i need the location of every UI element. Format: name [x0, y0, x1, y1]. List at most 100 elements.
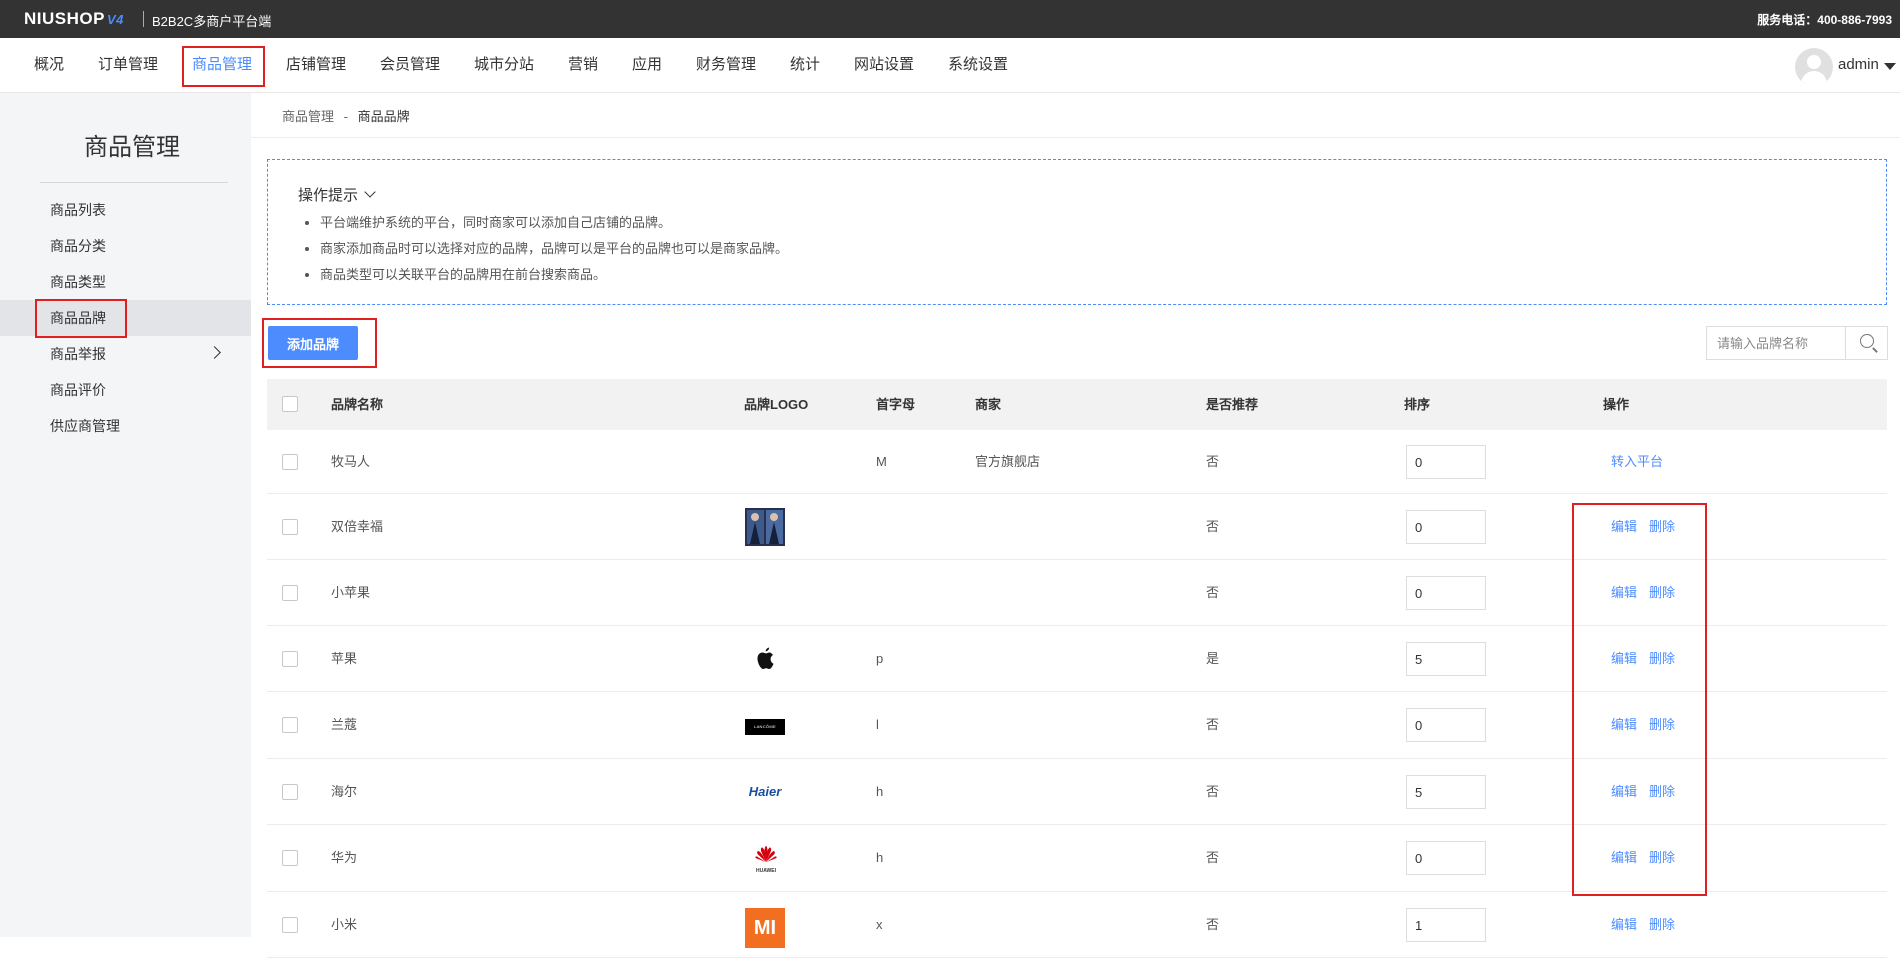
nav-item-apps[interactable]: 应用 — [632, 38, 662, 92]
sidebar-item-label: 商品类型 — [50, 274, 106, 290]
nav-item-city-sites[interactable]: 城市分站 — [474, 38, 534, 92]
top-bar: NIUSHOP V4 B2B2C多商户平台端 服务电话：400-886-7993 — [0, 0, 1900, 38]
mi-logo-icon: MI — [745, 908, 785, 948]
search-icon-handle — [1872, 347, 1878, 353]
sort-input[interactable] — [1406, 642, 1486, 676]
sidebar-divider — [40, 182, 228, 183]
breadcrumb-divider — [251, 137, 1900, 138]
sidebar-item-label: 商品评价 — [50, 382, 106, 398]
search-input[interactable] — [1707, 327, 1845, 359]
operation-tips: 操作提示 平台端维护系统的平台，同时商家可以添加自己店铺的品牌。 商家添加商品时… — [267, 159, 1887, 305]
row-checkbox[interactable] — [282, 454, 298, 470]
brand-search — [1706, 326, 1888, 360]
sort-input[interactable] — [1406, 708, 1486, 742]
caret-down-icon[interactable] — [1884, 63, 1896, 70]
action-cell: 转入平台 — [1611, 430, 1663, 494]
sort-input[interactable] — [1406, 445, 1486, 479]
nav-item-shops[interactable]: 店铺管理 — [286, 38, 346, 92]
sort-input[interactable] — [1406, 841, 1486, 875]
tip-item: 商品类型可以关联平台的品牌用在前台搜索商品。 — [320, 262, 788, 288]
brand-recommend: 否 — [1206, 519, 1220, 534]
sidebar-item-goods-category[interactable]: 商品分类 — [0, 228, 251, 264]
row-checkbox[interactable] — [282, 651, 298, 667]
brand-logo-image — [745, 508, 785, 551]
brand-name: 小苹果 — [331, 585, 371, 600]
brand-name: 双倍幸福 — [331, 519, 384, 534]
highlight-action-column — [1572, 503, 1707, 896]
select-all-checkbox[interactable] — [282, 396, 298, 412]
chevron-right-icon — [208, 346, 221, 359]
sidebar-item-supplier[interactable]: 供应商管理 — [0, 408, 251, 444]
user-avatar[interactable] — [1795, 48, 1833, 86]
platform-subtitle: B2B2C多商户平台端 — [152, 14, 272, 29]
brand-recommend: 否 — [1206, 454, 1220, 469]
search-icon — [1860, 334, 1874, 348]
logo-divider — [143, 11, 144, 27]
tips-list: 平台端维护系统的平台，同时商家可以添加自己店铺的品牌。 商家添加商品时可以选择对… — [298, 210, 788, 288]
brand-recommend: 否 — [1206, 850, 1220, 865]
main-nav: 概况 订单管理 商品管理 店铺管理 会员管理 城市分站 营销 应用 财务管理 统… — [0, 38, 1900, 93]
brand-initial: x — [876, 917, 883, 932]
brand-recommend: 否 — [1206, 784, 1220, 799]
logo-text: NIUSHOP — [24, 9, 105, 28]
brand-logo-image: HUAWEI — [751, 845, 781, 874]
sidebar-item-goods-list[interactable]: 商品列表 — [0, 192, 251, 228]
brand-recommend: 否 — [1206, 585, 1220, 600]
sidebar-item-goods-report[interactable]: 商品举报 — [0, 336, 251, 372]
row-checkbox[interactable] — [282, 850, 298, 866]
sort-input[interactable] — [1406, 510, 1486, 544]
nav-item-site-settings[interactable]: 网站设置 — [854, 38, 914, 92]
brand-name: 苹果 — [331, 651, 358, 666]
service-hotline: 服务电话：400-886-7993 — [1757, 11, 1892, 28]
tip-item: 平台端维护系统的平台，同时商家可以添加自己店铺的品牌。 — [320, 210, 788, 236]
table-row: 牧马人 M 官方旗舰店 否 转入平台 — [267, 430, 1887, 494]
sidebar: 商品管理 商品列表 商品分类 商品类型 商品品牌 商品举报 商品评价 供应商管理 — [0, 93, 251, 937]
chevron-down-icon — [364, 186, 376, 198]
tips-toggle[interactable]: 操作提示 — [298, 184, 376, 205]
brand-logo[interactable]: NIUSHOP V4 — [24, 9, 124, 29]
huawei-logo-text: HUAWEI — [756, 868, 776, 874]
header-action: 操作 — [1603, 397, 1630, 412]
hotline-number: 400-886-7993 — [1817, 13, 1892, 27]
nav-item-finance[interactable]: 财务管理 — [696, 38, 756, 92]
brand-recommend: 否 — [1206, 917, 1220, 932]
row-checkbox[interactable] — [282, 917, 298, 933]
nav-item-members[interactable]: 会员管理 — [380, 38, 440, 92]
nav-item-marketing[interactable]: 营销 — [568, 38, 598, 92]
edit-link[interactable]: 编辑 — [1611, 917, 1637, 932]
sort-input[interactable] — [1406, 775, 1486, 809]
transfer-platform-link[interactable]: 转入平台 — [1611, 454, 1663, 469]
header-brand-logo: 品牌LOGO — [744, 397, 809, 412]
sort-input[interactable] — [1406, 576, 1486, 610]
logo-version: V4 — [106, 12, 124, 27]
search-button[interactable] — [1845, 327, 1887, 359]
sidebar-item-label: 商品分类 — [50, 238, 106, 254]
nav-item-overview[interactable]: 概况 — [34, 38, 64, 92]
user-name[interactable]: admin — [1838, 56, 1879, 73]
brand-name: 小米 — [331, 917, 358, 932]
nav-item-orders[interactable]: 订单管理 — [98, 38, 158, 92]
nav-item-system-settings[interactable]: 系统设置 — [948, 38, 1008, 92]
nav-item-statistics[interactable]: 统计 — [790, 38, 820, 92]
table-header: 品牌名称 品牌LOGO 首字母 商家 是否推荐 排序 操作 — [267, 379, 1887, 430]
brand-recommend: 是 — [1206, 651, 1220, 666]
row-checkbox[interactable] — [282, 519, 298, 535]
row-checkbox[interactable] — [282, 717, 298, 733]
highlight-nav-goods — [182, 46, 265, 87]
breadcrumb-current: 商品品牌 — [357, 109, 410, 124]
action-cell: 编辑 删除 — [1611, 892, 1675, 958]
breadcrumb-parent[interactable]: 商品管理 — [282, 109, 334, 124]
brand-initial: h — [876, 850, 884, 865]
sidebar-item-goods-type[interactable]: 商品类型 — [0, 264, 251, 300]
haier-logo-icon: Haier — [748, 784, 782, 799]
highlight-sidebar-brand — [35, 299, 127, 338]
brand-recommend: 否 — [1206, 717, 1220, 732]
delete-link[interactable]: 删除 — [1649, 917, 1675, 932]
brand-initial: h — [876, 784, 884, 799]
brand-initial: l — [876, 717, 879, 732]
sidebar-item-goods-review[interactable]: 商品评价 — [0, 372, 251, 408]
sidebar-title: 商品管理 — [84, 134, 180, 161]
row-checkbox[interactable] — [282, 585, 298, 601]
row-checkbox[interactable] — [282, 784, 298, 800]
brand-initial: M — [876, 454, 887, 469]
